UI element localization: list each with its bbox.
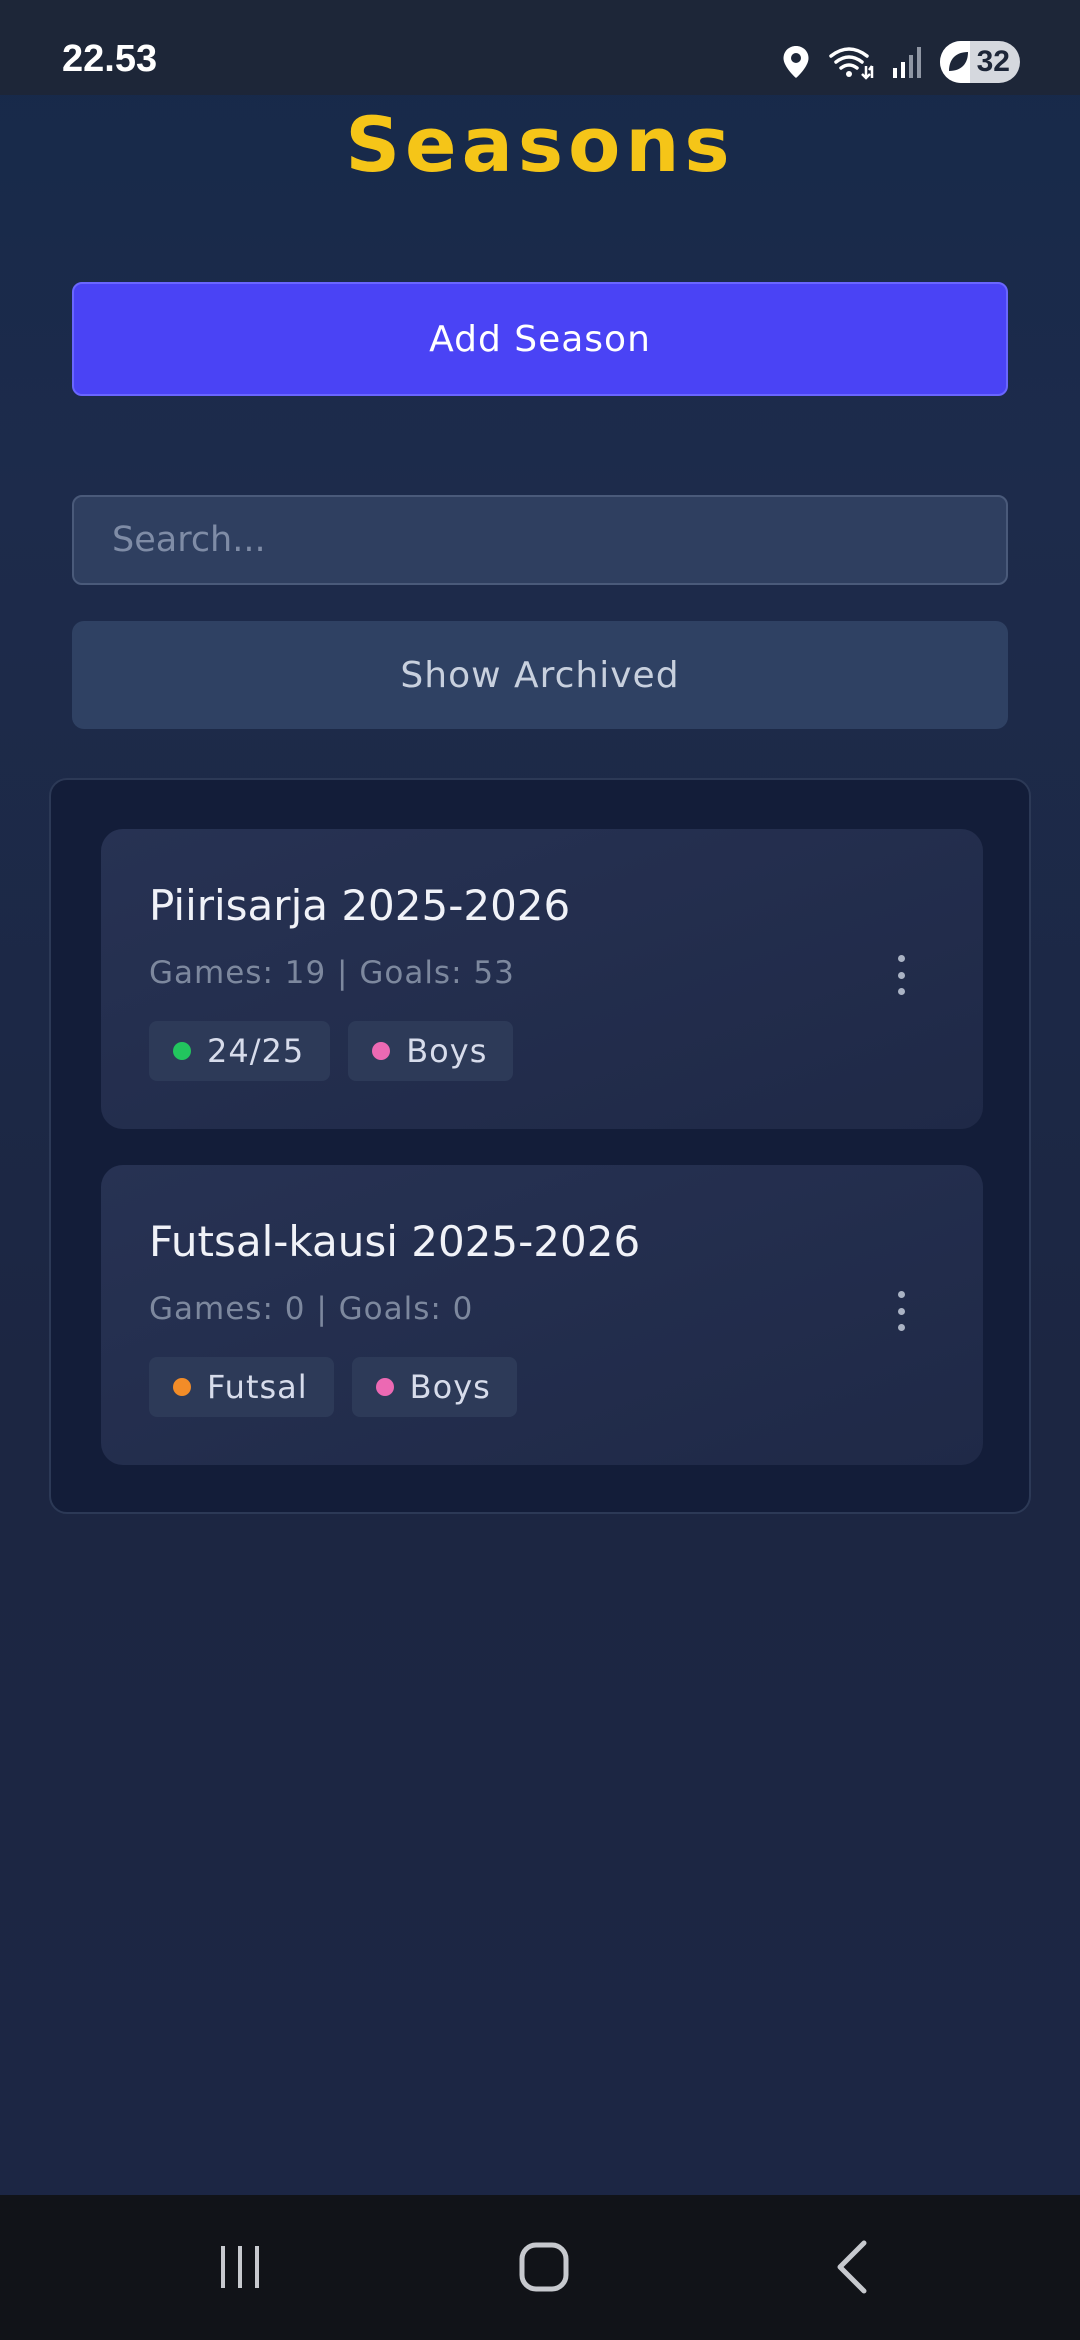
system-nav-bar bbox=[0, 2195, 1080, 2340]
tag-group: Boys bbox=[351, 1357, 517, 1417]
power-saving-icon bbox=[949, 52, 968, 71]
seasons-list: Piirisarja 2025-2026 Games: 19 | Goals: … bbox=[49, 778, 1031, 1514]
season-stats: Games: 0 | Goals: 0 bbox=[149, 1291, 474, 1327]
wifi-icon bbox=[829, 47, 874, 80]
tag-label: Boys bbox=[406, 1032, 488, 1070]
location-icon bbox=[783, 46, 809, 78]
add-season-button[interactable]: Add Season bbox=[72, 282, 1008, 396]
tag-label: Boys bbox=[409, 1368, 491, 1406]
back-icon[interactable] bbox=[822, 2235, 882, 2299]
status-dot-icon bbox=[173, 1042, 191, 1060]
seasons-screen: 22.53 32 Seasons Add Season Search... Sh… bbox=[0, 0, 1080, 2340]
recent-apps-icon[interactable] bbox=[210, 2235, 270, 2299]
season-card[interactable]: Piirisarja 2025-2026 Games: 19 | Goals: … bbox=[101, 829, 983, 1129]
tag-label: 24/25 bbox=[207, 1032, 305, 1070]
signal-icon bbox=[893, 47, 921, 78]
status-bar: 22.53 32 bbox=[0, 0, 1080, 95]
season-tags: 24/25 Boys bbox=[149, 1021, 514, 1081]
status-icons: 32 bbox=[782, 40, 1020, 84]
battery-icon: 32 bbox=[940, 41, 1020, 83]
season-card[interactable]: Futsal-kausi 2025-2026 Games: 0 | Goals:… bbox=[101, 1165, 983, 1465]
season-name: Futsal-kausi 2025-2026 bbox=[149, 1217, 641, 1266]
tag-group: Boys bbox=[348, 1021, 514, 1081]
more-options-icon[interactable] bbox=[889, 1291, 913, 1331]
season-name: Piirisarja 2025-2026 bbox=[149, 881, 571, 930]
tag-season: 24/25 bbox=[149, 1021, 331, 1081]
season-stats: Games: 19 | Goals: 53 bbox=[149, 955, 515, 991]
more-options-icon[interactable] bbox=[889, 955, 913, 995]
status-time: 22.53 bbox=[62, 38, 158, 80]
battery-level: 32 bbox=[976, 45, 1010, 78]
show-archived-button[interactable]: Show Archived bbox=[72, 621, 1008, 729]
page-title: Seasons bbox=[345, 100, 735, 189]
search-input[interactable] bbox=[72, 495, 1008, 585]
status-dot-icon bbox=[372, 1042, 391, 1060]
home-icon[interactable] bbox=[510, 2235, 578, 2299]
status-dot-icon bbox=[173, 1378, 191, 1396]
season-tags: Futsal Boys bbox=[149, 1357, 517, 1417]
status-dot-icon bbox=[375, 1378, 394, 1396]
tag-label: Futsal bbox=[207, 1368, 308, 1406]
tag-type: Futsal bbox=[149, 1357, 334, 1417]
